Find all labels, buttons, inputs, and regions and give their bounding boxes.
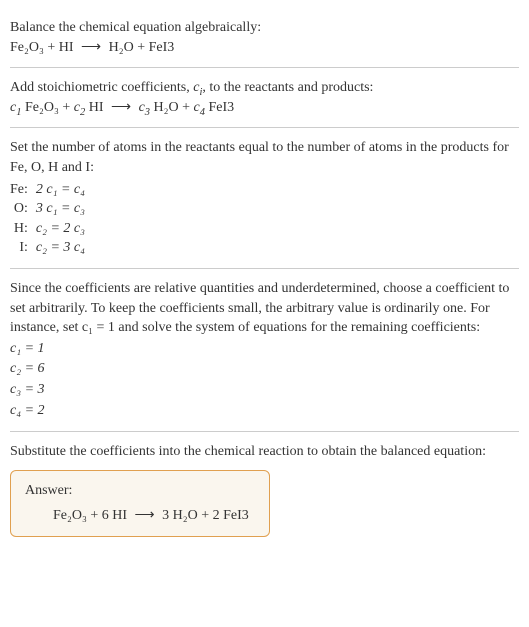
coeff-equation: c1 Fe₂O₃ + c2 HI ⟶ c3 H₂O + c4 FeI3 <box>10 98 519 118</box>
intro-equation: Fe₂O₃ + HI ⟶ H₂O + FeI3 <box>10 38 519 58</box>
answer-rhs: 3 H₂O + 2 FeI3 <box>162 508 249 523</box>
c1: c1 <box>10 100 21 115</box>
c4: c4 <box>194 100 205 115</box>
substitute-section: Substitute the coefficients into the che… <box>10 432 519 547</box>
coeff-c3: c₃ = 3 <box>10 380 519 400</box>
add-coeffs-text: Add stoichiometric coefficients, ci, to … <box>10 78 519 98</box>
arrow-icon: ⟶ <box>135 506 155 526</box>
intro-products: H₂O + FeI3 <box>109 40 175 55</box>
answer-lhs: Fe₂O₃ + 6 HI <box>53 508 127 523</box>
answer-label: Answer: <box>25 481 255 501</box>
table-row: H: c₂ = 2 c₃ <box>10 219 85 239</box>
arrow-icon: ⟶ <box>111 98 131 118</box>
intro-section: Balance the chemical equation algebraica… <box>10 8 519 68</box>
add-coeffs-after: , to the reactants and products: <box>202 80 373 95</box>
atom-eq-h: c₂ = 2 c₃ <box>36 219 85 239</box>
table-row: Fe: 2 c₁ = c₄ <box>10 180 85 200</box>
r3: H₂O + <box>150 100 194 115</box>
arrow-icon: ⟶ <box>81 38 101 58</box>
atom-label-fe: Fe: <box>10 180 36 200</box>
atom-eq-o: 3 c₁ = c₃ <box>36 199 85 219</box>
c3: c3 <box>135 100 150 115</box>
coeff-c1: c₁ = 1 <box>10 339 519 359</box>
r2: HI <box>85 100 107 115</box>
atom-label-o: O: <box>10 199 36 219</box>
substitute-text: Substitute the coefficients into the che… <box>10 442 519 462</box>
r1: Fe₂O₃ + <box>21 100 73 115</box>
c2: c2 <box>74 100 85 115</box>
add-coeffs-before: Add stoichiometric coefficients, <box>10 80 193 95</box>
intro-line1: Balance the chemical equation algebraica… <box>10 18 519 38</box>
solve-section: Since the coefficients are relative quan… <box>10 269 519 432</box>
coeff-c4: c₄ = 2 <box>10 401 519 421</box>
atom-balance-table: Fe: 2 c₁ = c₄ O: 3 c₁ = c₃ H: c₂ = 2 c₃ … <box>10 180 85 258</box>
answer-box: Answer: Fe₂O₃ + 6 HI ⟶ 3 H₂O + 2 FeI3 <box>10 470 270 537</box>
answer-equation: Fe₂O₃ + 6 HI ⟶ 3 H₂O + 2 FeI3 <box>25 506 255 526</box>
atoms-intro: Set the number of atoms in the reactants… <box>10 138 519 177</box>
add-coeffs-section: Add stoichiometric coefficients, ci, to … <box>10 68 519 128</box>
r4: FeI3 <box>205 100 234 115</box>
table-row: O: 3 c₁ = c₃ <box>10 199 85 219</box>
c3-c: c <box>135 100 145 115</box>
coeff-c2: c₂ = 6 <box>10 359 519 379</box>
table-row: I: c₂ = 3 c₄ <box>10 238 85 258</box>
atoms-section: Set the number of atoms in the reactants… <box>10 128 519 269</box>
atom-label-i: I: <box>10 238 36 258</box>
solve-text: Since the coefficients are relative quan… <box>10 279 519 338</box>
atom-eq-i: c₂ = 3 c₄ <box>36 238 85 258</box>
intro-reactants: Fe₂O₃ + HI <box>10 40 74 55</box>
atom-label-h: H: <box>10 219 36 239</box>
atom-eq-fe: 2 c₁ = c₄ <box>36 180 85 200</box>
